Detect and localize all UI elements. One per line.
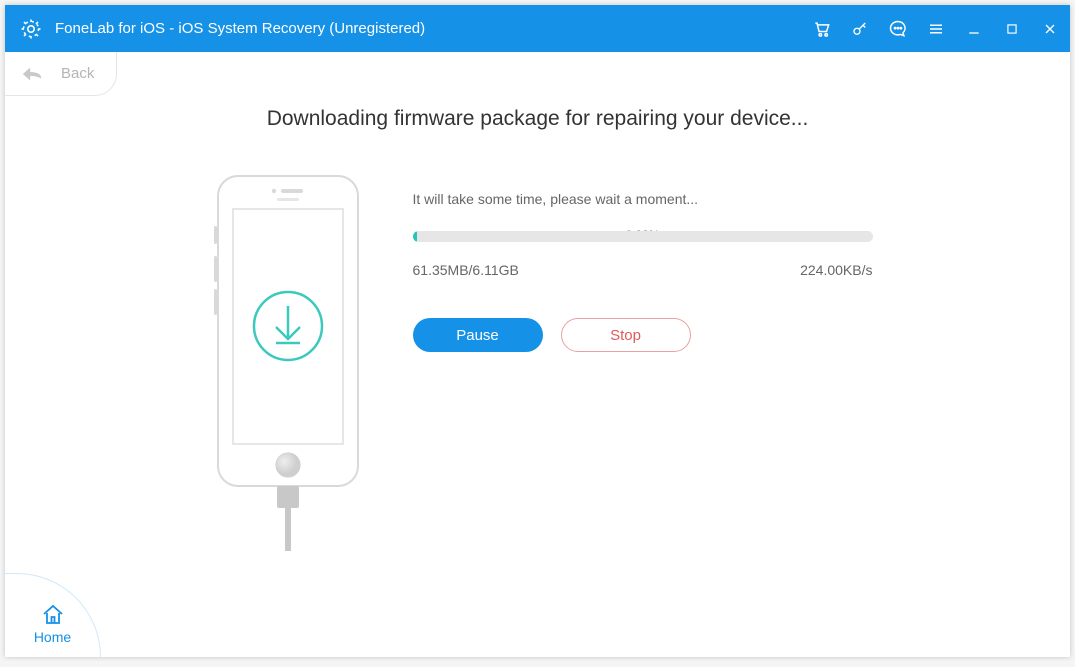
stop-button[interactable]: Stop — [561, 318, 691, 352]
home-label: Home — [34, 629, 71, 645]
stop-label: Stop — [610, 327, 641, 344]
home-button[interactable]: Home — [5, 573, 101, 657]
window-title: FoneLab for iOS - iOS System Recovery (U… — [55, 20, 425, 37]
download-stats: 61.35MB/6.11GB 224.00KB/s — [413, 262, 873, 278]
main-row: It will take some time, please wait a mo… — [203, 171, 873, 551]
app-window: FoneLab for iOS - iOS System Recovery (U… — [5, 5, 1070, 657]
page-headline: Downloading firmware package for repairi… — [267, 107, 809, 131]
download-speed: 224.00KB/s — [800, 262, 872, 278]
progress-wrap: 0.98% — [413, 231, 873, 242]
app-logo-icon — [19, 17, 43, 41]
pause-button[interactable]: Pause — [413, 318, 543, 352]
cart-icon[interactable] — [812, 19, 832, 39]
minimize-button[interactable] — [964, 19, 984, 39]
download-panel: It will take some time, please wait a mo… — [413, 171, 873, 352]
home-icon — [41, 603, 65, 625]
close-button[interactable] — [1040, 19, 1060, 39]
maximize-button[interactable] — [1002, 19, 1022, 39]
progress-bar — [413, 231, 873, 242]
download-size: 61.35MB/6.11GB — [413, 262, 519, 278]
pause-label: Pause — [456, 327, 499, 344]
key-icon[interactable] — [850, 19, 870, 39]
phone-illustration — [203, 171, 373, 551]
feedback-icon[interactable] — [888, 19, 908, 39]
window-controls — [812, 19, 1060, 39]
menu-icon[interactable] — [926, 19, 946, 39]
content-area: Downloading firmware package for repairi… — [5, 52, 1070, 657]
wait-message: It will take some time, please wait a mo… — [413, 191, 873, 207]
titlebar: FoneLab for iOS - iOS System Recovery (U… — [5, 5, 1070, 52]
button-row: Pause Stop — [413, 318, 873, 352]
